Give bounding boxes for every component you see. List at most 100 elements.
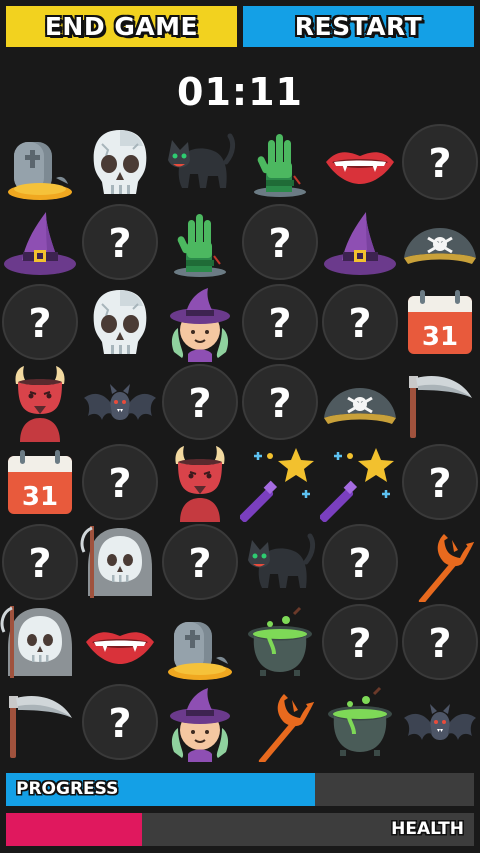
card-witch-hat[interactable] xyxy=(320,202,400,282)
hidden-card[interactable]: ? xyxy=(400,442,480,522)
svg-text:?: ? xyxy=(428,141,451,187)
hidden-card[interactable]: ? xyxy=(320,282,400,362)
hidden-card[interactable]: ? xyxy=(240,282,320,362)
witch-icon xyxy=(170,688,230,762)
question-mark-icon: ? xyxy=(322,284,398,360)
devil-icon xyxy=(15,366,65,442)
card-witch[interactable] xyxy=(160,282,240,362)
question-mark-icon: ? xyxy=(402,604,478,680)
hidden-card[interactable]: ? xyxy=(400,602,480,682)
card-tombstone[interactable] xyxy=(0,122,80,202)
card-magic-wand[interactable] xyxy=(240,442,320,522)
scythe-icon xyxy=(409,376,472,438)
question-mark-icon: ? xyxy=(82,444,158,520)
question-mark-icon: ? xyxy=(322,604,398,680)
card-calendar[interactable]: 31 xyxy=(0,442,80,522)
question-mark-icon: ? xyxy=(82,684,158,760)
calendar-day-text: 31 xyxy=(22,482,58,512)
svg-text:?: ? xyxy=(268,301,291,347)
reaper-icon xyxy=(80,526,152,598)
hidden-card[interactable]: ? xyxy=(320,522,400,602)
card-calendar[interactable]: 31 xyxy=(400,282,480,362)
question-mark-icon: ? xyxy=(162,524,238,600)
calendar-icon: 31 xyxy=(8,450,72,514)
hidden-card[interactable]: ? xyxy=(240,362,320,442)
card-cauldron[interactable] xyxy=(320,682,400,762)
card-black-cat[interactable] xyxy=(240,522,320,602)
svg-text:?: ? xyxy=(348,301,371,347)
vampire-lips-icon xyxy=(326,152,394,184)
magic-wand-icon xyxy=(240,448,314,522)
scythe-icon xyxy=(9,696,72,758)
zombie-hand-icon xyxy=(254,134,306,197)
question-mark-icon: ? xyxy=(242,364,318,440)
svg-text:?: ? xyxy=(28,541,51,587)
bat-icon xyxy=(84,384,156,420)
skull-icon xyxy=(93,290,147,354)
card-reaper[interactable] xyxy=(0,602,80,682)
hidden-card[interactable]: ? xyxy=(240,202,320,282)
witch-hat-icon xyxy=(324,212,396,275)
question-mark-icon: ? xyxy=(242,284,318,360)
tombstone-icon xyxy=(8,142,72,200)
card-grid: ? ? ? ? ? ? 31 ? ? 31 ? ? ? ? ? ? ? ? xyxy=(0,0,480,853)
card-vampire-lips[interactable] xyxy=(80,602,160,682)
witch-hat-icon xyxy=(4,212,76,275)
card-witch[interactable] xyxy=(160,682,240,762)
card-pirate-hat[interactable] xyxy=(320,362,400,442)
card-zombie-hand[interactable] xyxy=(160,202,240,282)
hidden-card[interactable]: ? xyxy=(160,362,240,442)
card-bat[interactable] xyxy=(80,362,160,442)
card-trident[interactable] xyxy=(400,522,480,602)
svg-text:?: ? xyxy=(188,381,211,427)
svg-text:?: ? xyxy=(268,221,291,267)
reaper-icon xyxy=(0,606,72,678)
card-scythe[interactable] xyxy=(400,362,480,442)
zombie-hand-icon xyxy=(174,214,226,277)
card-skull[interactable] xyxy=(80,122,160,202)
cauldron-icon xyxy=(328,686,392,756)
hidden-card[interactable]: ? xyxy=(0,522,80,602)
hidden-card[interactable]: ? xyxy=(80,202,160,282)
card-tombstone[interactable] xyxy=(160,602,240,682)
card-black-cat[interactable] xyxy=(160,122,240,202)
question-mark-icon: ? xyxy=(2,284,78,360)
card-devil[interactable] xyxy=(0,362,80,442)
svg-text:?: ? xyxy=(428,461,451,507)
question-mark-icon: ? xyxy=(322,524,398,600)
hidden-card[interactable]: ? xyxy=(80,442,160,522)
svg-text:?: ? xyxy=(108,701,131,747)
question-mark-icon: ? xyxy=(2,524,78,600)
question-mark-icon: ? xyxy=(402,444,478,520)
black-cat-icon xyxy=(248,533,316,588)
skull-icon xyxy=(93,130,147,194)
card-devil[interactable] xyxy=(160,442,240,522)
card-scythe[interactable] xyxy=(0,682,80,762)
card-witch-hat[interactable] xyxy=(0,202,80,282)
card-bat[interactable] xyxy=(400,682,480,762)
card-trident[interactable] xyxy=(240,682,320,762)
tombstone-icon xyxy=(168,622,232,680)
svg-text:?: ? xyxy=(188,541,211,587)
hidden-card[interactable]: ? xyxy=(80,682,160,762)
hidden-card[interactable]: ? xyxy=(320,602,400,682)
question-mark-icon: ? xyxy=(82,204,158,280)
cauldron-icon xyxy=(248,606,312,676)
hidden-card[interactable]: ? xyxy=(160,522,240,602)
calendar-icon: 31 xyxy=(408,290,472,354)
card-zombie-hand[interactable] xyxy=(240,122,320,202)
progress-label: PROGRESS xyxy=(16,779,119,799)
card-magic-wand[interactable] xyxy=(320,442,400,522)
card-reaper[interactable] xyxy=(80,522,160,602)
hidden-card[interactable]: ? xyxy=(400,122,480,202)
svg-text:?: ? xyxy=(428,621,451,667)
pirate-hat-icon xyxy=(324,388,396,424)
hidden-card[interactable]: ? xyxy=(0,282,80,362)
vampire-lips-icon xyxy=(86,632,154,664)
card-skull[interactable] xyxy=(80,282,160,362)
card-cauldron[interactable] xyxy=(240,602,320,682)
svg-text:?: ? xyxy=(28,301,51,347)
card-pirate-hat[interactable] xyxy=(400,202,480,282)
card-vampire-lips[interactable] xyxy=(320,122,400,202)
question-mark-icon: ? xyxy=(242,204,318,280)
